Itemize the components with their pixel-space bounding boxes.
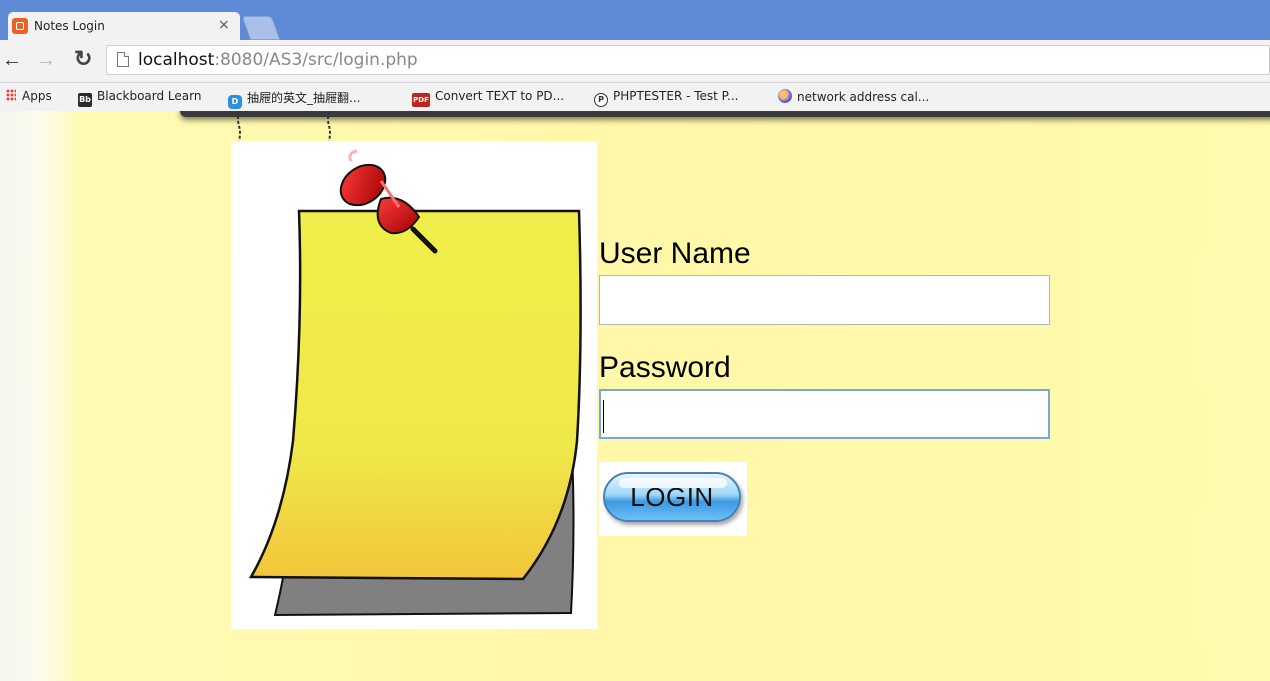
login-button-label: LOGIN bbox=[603, 472, 741, 522]
url-host: localhost bbox=[138, 50, 215, 70]
bookmark-blackboard[interactable]: Bb Blackboard Learn bbox=[78, 89, 201, 107]
tab-strip: Notes Login × bbox=[0, 0, 1270, 40]
network-icon bbox=[778, 89, 792, 103]
page-icon bbox=[117, 52, 129, 67]
text-cursor bbox=[603, 400, 604, 433]
bookmark-label: PHPTESTER - Test P... bbox=[613, 89, 739, 103]
pdf-icon: PDF bbox=[412, 93, 430, 107]
back-arrow-icon[interactable]: ← bbox=[2, 49, 22, 72]
url-path: :8080/AS3/src/login.php bbox=[214, 50, 418, 70]
bookmark-network-calc[interactable]: network address cal... bbox=[778, 89, 929, 104]
password-label: Password bbox=[599, 351, 731, 384]
new-tab-button[interactable] bbox=[241, 16, 281, 40]
bookmark-label: Apps bbox=[22, 89, 52, 103]
sticky-note-illustration bbox=[248, 149, 582, 617]
apps-grid-icon bbox=[6, 89, 16, 101]
username-input[interactable] bbox=[599, 275, 1050, 325]
bookmark-apps[interactable]: Apps bbox=[6, 89, 52, 103]
forward-arrow-icon[interactable]: → bbox=[36, 49, 56, 72]
bookmarks-bar: Apps Bb Blackboard Learn D 抽屜的英文_抽屜翻... PD… bbox=[0, 83, 1270, 111]
hanging-string bbox=[237, 111, 241, 141]
blackboard-icon: Bb bbox=[78, 93, 92, 107]
xampp-favicon-icon bbox=[12, 18, 28, 34]
password-input[interactable] bbox=[599, 389, 1050, 439]
bookmark-label: network address cal... bbox=[797, 90, 930, 104]
reload-icon[interactable]: ↻ bbox=[74, 46, 92, 72]
browser-toolbar: ← → ↻ localhost:8080/AS3/src/login.php bbox=[0, 40, 1270, 83]
username-label: User Name bbox=[599, 237, 751, 270]
tab-title: Notes Login bbox=[34, 19, 105, 33]
url-text[interactable]: localhost:8080/AS3/src/login.php bbox=[138, 50, 418, 70]
bookmark-phptester[interactable]: P PHPTESTER - Test P... bbox=[594, 89, 739, 107]
login-button[interactable]: LOGIN bbox=[599, 462, 747, 536]
hanging-string bbox=[327, 111, 331, 141]
dictionary-icon: D bbox=[228, 95, 242, 109]
tab-close-icon[interactable]: × bbox=[218, 17, 230, 33]
phptester-icon: P bbox=[594, 93, 608, 107]
bookmark-convert-pdf[interactable]: PDF Convert TEXT to PD... bbox=[412, 89, 564, 107]
bookmark-dictionary[interactable]: D 抽屜的英文_抽屜翻... bbox=[228, 89, 360, 109]
address-bar[interactable]: localhost:8080/AS3/src/login.php bbox=[106, 45, 1270, 75]
page-content: User Name Password LOGIN bbox=[0, 111, 1270, 681]
bookmark-label: 抽屜的英文_抽屜翻... bbox=[247, 91, 361, 105]
sticky-note-image bbox=[231, 141, 597, 629]
bookmark-label: Convert TEXT to PD... bbox=[435, 89, 565, 103]
bookmark-label: Blackboard Learn bbox=[97, 89, 202, 103]
browser-tab[interactable]: Notes Login × bbox=[8, 12, 240, 40]
